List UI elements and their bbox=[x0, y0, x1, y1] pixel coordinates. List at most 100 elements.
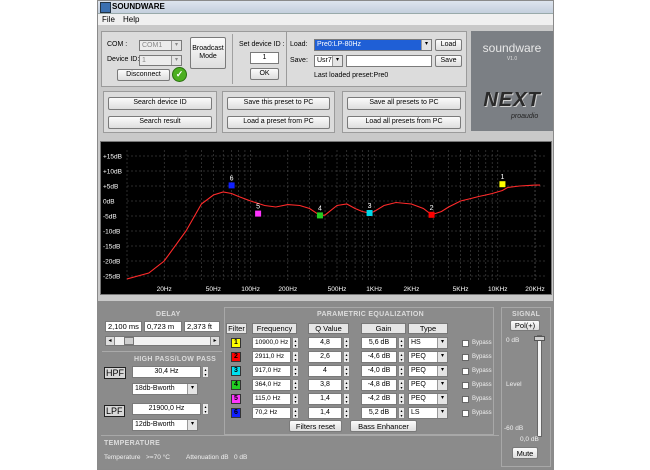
filter-point-4[interactable] bbox=[316, 212, 323, 219]
load-all-presets-button[interactable]: Load all presets from PC bbox=[347, 116, 461, 129]
filter-1-gain-spinner[interactable]: ▴ ▾ bbox=[398, 337, 405, 349]
load-button[interactable]: Load bbox=[435, 39, 462, 51]
menu-help[interactable]: Help bbox=[123, 15, 139, 24]
filter-3-q-spinner[interactable]: ▴ ▾ bbox=[343, 365, 350, 377]
filter-6-swatch[interactable]: 6 bbox=[231, 408, 241, 418]
arrow-right-icon[interactable]: ▸ bbox=[210, 337, 219, 345]
filter-point-1[interactable] bbox=[499, 181, 506, 188]
menu-file[interactable]: File bbox=[102, 15, 115, 24]
hpf-type-select[interactable]: 18db-Bworth ▾ bbox=[132, 383, 198, 395]
filter-6-type-select[interactable]: LS ▾ bbox=[408, 407, 448, 419]
level-slider-thumb[interactable] bbox=[534, 336, 545, 341]
filter-1-q[interactable]: 4,8 bbox=[308, 337, 342, 349]
bass-enhancer-button[interactable]: Bass Enhancer bbox=[350, 420, 417, 432]
filter-6-gain[interactable]: 5,2 dB bbox=[361, 407, 397, 419]
arrow-left-icon[interactable]: ◂ bbox=[106, 337, 115, 345]
filter-3-frequency[interactable]: 917,0 Hz bbox=[252, 365, 291, 377]
filter-3-gain-spinner[interactable]: ▴ ▾ bbox=[398, 365, 405, 377]
load-preset-select[interactable]: Pre0:LP-80Hz ▾ bbox=[314, 39, 432, 51]
filter-4-bypass-checkbox[interactable] bbox=[462, 382, 469, 389]
delay-ft-field[interactable]: 2,373 ft bbox=[184, 321, 220, 332]
filter-6-frequency[interactable]: 70,2 Hz bbox=[252, 407, 291, 419]
filter-1-frequency[interactable]: 10900,0 Hz bbox=[252, 337, 291, 349]
save-button[interactable]: Save bbox=[435, 55, 462, 67]
polarity-button[interactable]: Pol(+) bbox=[510, 320, 540, 331]
hpf-frequency-spinner[interactable]: ▴ ▾ bbox=[202, 366, 209, 378]
filter-1-swatch[interactable]: 1 bbox=[231, 338, 241, 348]
filter-4-q[interactable]: 3,8 bbox=[308, 379, 342, 391]
lpf-frequency-spinner[interactable]: ▴ ▾ bbox=[202, 403, 209, 415]
filter-point-5[interactable] bbox=[255, 210, 262, 217]
broadcast-mode-button[interactable]: Broadcast Mode bbox=[190, 37, 226, 69]
hpf-frequency-field[interactable]: 30,4 Hz bbox=[132, 366, 201, 378]
mute-button[interactable]: Mute bbox=[512, 447, 538, 459]
filter-4-swatch[interactable]: 4 bbox=[231, 380, 241, 390]
load-preset-from-pc-button[interactable]: Load a preset from PC bbox=[227, 116, 330, 129]
filter-2-swatch[interactable]: 2 bbox=[231, 352, 241, 362]
filter-4-type-select[interactable]: PEQ ▾ bbox=[408, 379, 448, 391]
level-slider[interactable] bbox=[534, 335, 545, 437]
filter-2-frequency[interactable]: 2911,0 Hz bbox=[252, 351, 291, 363]
filter-4-frequency-spinner[interactable]: ▴ ▾ bbox=[292, 379, 299, 391]
filter-6-q-spinner[interactable]: ▴ ▾ bbox=[343, 407, 350, 419]
filter-5-gain-spinner[interactable]: ▴ ▾ bbox=[398, 393, 405, 405]
filter-2-gain-spinner[interactable]: ▴ ▾ bbox=[398, 351, 405, 363]
filter-3-gain[interactable]: -4,0 dB bbox=[361, 365, 397, 377]
search-result-button[interactable]: Search result bbox=[108, 116, 212, 129]
filter-4-q-spinner[interactable]: ▴ ▾ bbox=[343, 379, 350, 391]
filter-point-6[interactable] bbox=[228, 182, 235, 189]
filter-2-q[interactable]: 2,6 bbox=[308, 351, 342, 363]
set-device-input[interactable]: 1 bbox=[250, 52, 279, 64]
filter-3-swatch[interactable]: 3 bbox=[231, 366, 241, 376]
filter-5-swatch[interactable]: 5 bbox=[231, 394, 241, 404]
filter-5-type-select[interactable]: PEQ ▾ bbox=[408, 393, 448, 405]
filter-6-bypass-checkbox[interactable] bbox=[462, 410, 469, 417]
delay-m-field[interactable]: 0,723 m bbox=[144, 321, 182, 332]
save-this-preset-button[interactable]: Save this preset to PC bbox=[227, 97, 330, 110]
filter-point-3[interactable] bbox=[366, 210, 373, 216]
filter-1-q-spinner[interactable]: ▴ ▾ bbox=[343, 337, 350, 349]
filter-1-type-select[interactable]: HS ▾ bbox=[408, 337, 448, 349]
filter-2-bypass-checkbox[interactable] bbox=[462, 354, 469, 361]
filter-4-frequency[interactable]: 364,0 Hz bbox=[252, 379, 291, 391]
save-all-presets-button[interactable]: Save all presets to PC bbox=[347, 97, 461, 110]
filter-6-q[interactable]: 1,4 bbox=[308, 407, 342, 419]
filter-6-frequency-spinner[interactable]: ▴ ▾ bbox=[292, 407, 299, 419]
filter-3-frequency-spinner[interactable]: ▴ ▾ bbox=[292, 365, 299, 377]
filter-3-type-select[interactable]: PEQ ▾ bbox=[408, 365, 448, 377]
filter-4-gain-spinner[interactable]: ▴ ▾ bbox=[398, 379, 405, 391]
filter-5-frequency-spinner[interactable]: ▴ ▾ bbox=[292, 393, 299, 405]
filter-2-frequency-spinner[interactable]: ▴ ▾ bbox=[292, 351, 299, 363]
filter-1-frequency-spinner[interactable]: ▴ ▾ bbox=[292, 337, 299, 349]
com-select[interactable]: COM1 ▾ bbox=[139, 40, 182, 51]
filter-point-2[interactable] bbox=[428, 211, 435, 218]
delay-slider[interactable]: ◂ ▸ bbox=[105, 336, 220, 346]
device-id-select[interactable]: 1 ▾ bbox=[139, 55, 182, 66]
ok-button[interactable]: OK bbox=[250, 68, 279, 80]
filters-reset-button[interactable]: Filters reset bbox=[289, 420, 342, 432]
filter-5-q[interactable]: 1,4 bbox=[308, 393, 342, 405]
filter-2-type-select[interactable]: PEQ ▾ bbox=[408, 351, 448, 363]
lpf-type-select[interactable]: 12db-Bworth ▾ bbox=[132, 419, 198, 431]
disconnect-button[interactable]: Disconnect bbox=[117, 69, 170, 81]
filter-1-bypass-checkbox[interactable] bbox=[462, 340, 469, 347]
filter-1-gain[interactable]: 5,6 dB bbox=[361, 337, 397, 349]
filter-2-q-spinner[interactable]: ▴ ▾ bbox=[343, 351, 350, 363]
lpf-frequency-field[interactable]: 21900,0 Hz bbox=[132, 403, 201, 415]
save-slot-value: Usr7 bbox=[317, 57, 332, 64]
filter-3-q[interactable]: 4 bbox=[308, 365, 342, 377]
search-device-button[interactable]: Search device ID bbox=[108, 97, 212, 110]
filter-5-gain[interactable]: -4,2 dB bbox=[361, 393, 397, 405]
filter-5-frequency[interactable]: 115,0 Hz bbox=[252, 393, 291, 405]
filter-4-gain[interactable]: -4,8 dB bbox=[361, 379, 397, 391]
save-name-input[interactable] bbox=[346, 55, 432, 67]
filter-5-q-spinner[interactable]: ▴ ▾ bbox=[343, 393, 350, 405]
eq-response-graph[interactable]: +15dB +10dB +5dB 0dB -5dB -10dB -15dB -20dB -25d… bbox=[100, 141, 552, 295]
delay-slider-thumb[interactable] bbox=[124, 337, 135, 345]
filter-3-bypass-checkbox[interactable] bbox=[462, 368, 469, 375]
filter-5-bypass-checkbox[interactable] bbox=[462, 396, 469, 403]
filter-2-gain[interactable]: -4,6 dB bbox=[361, 351, 397, 363]
filter-6-gain-spinner[interactable]: ▴ ▾ bbox=[398, 407, 405, 419]
save-slot-select[interactable]: Usr7 ▾ bbox=[314, 55, 343, 67]
delay-ms-field[interactable]: 2,100 ms bbox=[105, 321, 142, 332]
